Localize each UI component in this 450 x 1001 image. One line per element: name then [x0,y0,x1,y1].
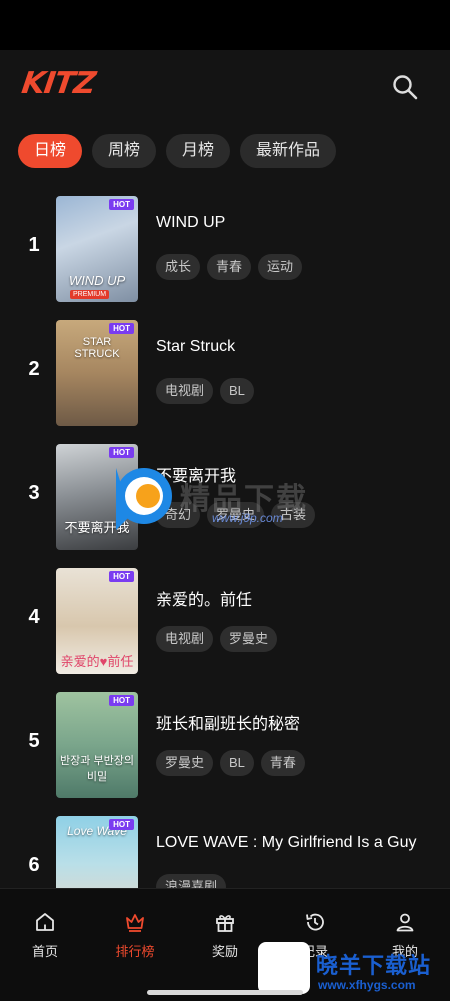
hot-badge: HOT [109,323,134,334]
tab-weekly[interactable]: 周榜 [92,134,157,168]
poster-image[interactable]: 반장과 부반장의 비밀 HOT [56,692,138,798]
nav-home[interactable]: 首页 [15,911,75,960]
poster-title: WIND UP [68,273,126,288]
watermark-url: www.j9p.com [212,511,283,525]
watermark-sheep-icon [258,942,310,994]
tab-monthly[interactable]: 月榜 [166,134,231,168]
genre-tag[interactable]: BL [220,750,254,776]
ranking-row[interactable]: 5 반장과 부반장의 비밀 HOT 班长和副班长的秘密 罗曼史 BL 青春 [0,690,450,800]
genre-tag[interactable]: 罗曼史 [220,626,278,652]
genre-tag[interactable]: 电视剧 [156,626,214,652]
ranking-row[interactable]: 2 STAR STRUCK HOT Star Struck 电视剧 BL [0,318,450,428]
poster-image[interactable]: 亲爱的♥前任 HOT [56,568,138,674]
poster-image[interactable]: WIND UP HOT PREMIUM [56,196,138,302]
nav-ranking[interactable]: 排行榜 [105,911,165,960]
rank-number: 2 [28,358,40,380]
poster-title: 반장과 부반장의 비밀 [60,755,134,783]
genre-tag[interactable]: 罗曼史 [156,750,214,776]
show-title[interactable]: LOVE WAVE : My Girlfriend Is a Guy [156,834,417,852]
hot-badge: HOT [109,199,134,210]
hot-badge: HOT [109,819,134,830]
genre-tag[interactable]: 青春 [260,750,305,776]
genre-tag[interactable]: 青春 [207,254,252,280]
genre-tag[interactable]: 运动 [258,254,303,280]
hot-badge: HOT [109,695,134,706]
poster-title: 亲爱的♥前任 [60,654,134,669]
home-indicator [147,990,303,995]
premium-badge: PREMIUM [70,290,110,299]
home-icon [36,913,54,931]
tag-list: 罗曼史 BL 青春 [156,750,305,776]
status-bar [0,0,450,50]
gift-icon [216,915,234,932]
ranking-row[interactable]: 4 亲爱的♥前任 HOT 亲爱的。前任 电视剧 罗曼史 [0,566,450,676]
hot-badge: HOT [109,571,134,582]
watermark-text: 晓羊下载站 [316,953,432,978]
ranking-tabs: 日榜 周榜 月榜 最新作品 [18,134,337,168]
genre-tag[interactable]: 电视剧 [156,378,214,404]
history-icon [306,913,324,931]
tab-latest[interactable]: 最新作品 [240,134,337,168]
rank-number: 6 [28,854,40,876]
crown-icon [126,914,144,932]
watermark-logo-icon [116,468,172,530]
ranking-row[interactable]: 1 WIND UP HOT PREMIUM WIND UP 成长 青春 运动 [0,194,450,304]
tab-daily[interactable]: 日榜 [18,134,83,168]
genre-tag[interactable]: BL [220,378,254,404]
watermark-url: www.xfhygs.com [318,978,416,992]
rank-number: 5 [28,730,40,752]
app-logo[interactable]: KITZ [20,66,98,101]
rank-number: 1 [28,234,40,256]
show-title[interactable]: 亲爱的。前任 [156,586,252,610]
nav-rewards[interactable]: 奖励 [195,911,255,960]
show-title[interactable]: 班长和副班长的秘密 [156,710,300,734]
hot-badge: HOT [109,447,134,458]
user-icon [396,913,414,932]
tag-list: 电视剧 罗曼史 [156,626,278,652]
rank-number: 4 [28,606,40,628]
nav-label: 排行榜 [115,944,155,959]
show-title[interactable]: Star Struck [156,338,235,356]
rank-number: 3 [28,482,40,504]
poster-title: STAR STRUCK [74,336,120,360]
tag-list: 电视剧 BL [156,378,254,404]
genre-tag[interactable]: 成长 [156,254,201,280]
poster-image[interactable]: STAR STRUCK HOT [56,320,138,426]
tag-list: 成长 青春 运动 [156,254,303,280]
show-title[interactable]: WIND UP [156,214,225,232]
search-icon[interactable] [390,72,420,102]
nav-label: 首页 [31,944,58,959]
app-header: KITZ [0,50,450,130]
nav-label: 奖励 [211,944,238,959]
